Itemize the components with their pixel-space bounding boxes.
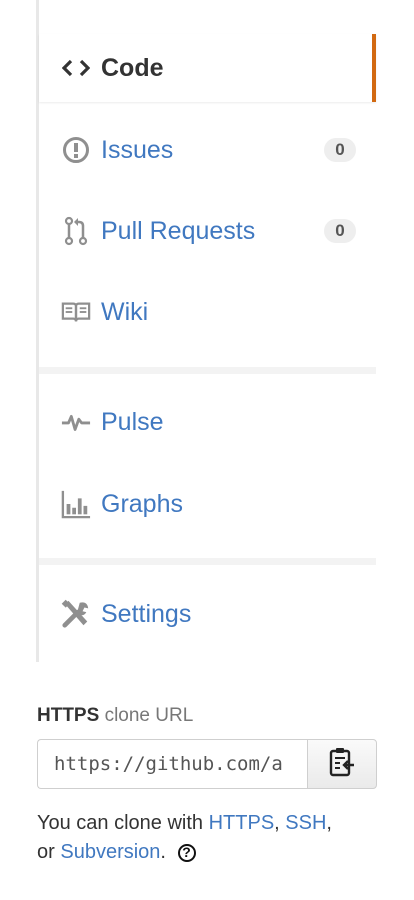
issue-opened-icon xyxy=(61,135,91,165)
git-pull-request-icon xyxy=(61,216,91,246)
book-icon xyxy=(61,297,91,327)
code-icon xyxy=(61,53,91,83)
help-question-icon[interactable]: ? xyxy=(177,843,196,862)
nav-item-code[interactable]: Code xyxy=(39,34,376,102)
nav-item-label: Code xyxy=(101,53,164,82)
clone-help-prefix: You can clone with xyxy=(37,812,204,834)
clone-protocol: HTTPS xyxy=(37,705,100,726)
nav-item-label: Pull Requests xyxy=(101,216,256,245)
nav-item-pulse[interactable]: Pulse xyxy=(39,388,376,456)
pull-requests-counter: 0 xyxy=(324,219,356,243)
pulse-icon xyxy=(61,407,91,437)
nav-separator xyxy=(39,367,376,374)
clone-ssh-link[interactable]: SSH xyxy=(285,812,326,834)
repo-nav: Code Issues 0 Pull Requests 0 Wiki Pulse… xyxy=(36,0,376,662)
clone-help-or: or xyxy=(37,841,55,863)
clipboard-icon xyxy=(329,747,355,782)
nav-separator xyxy=(39,558,376,565)
clone-url-input[interactable] xyxy=(37,739,307,789)
graph-icon xyxy=(61,489,91,519)
nav-item-label: Issues xyxy=(101,135,174,164)
tools-icon xyxy=(61,599,91,629)
clone-url-box: HTTPS clone URL You can clone with HTTPS… xyxy=(37,705,377,867)
nav-item-label: Wiki xyxy=(101,297,149,326)
nav-item-graphs[interactable]: Graphs xyxy=(39,470,376,538)
nav-item-label: Settings xyxy=(101,599,192,628)
clone-subversion-link[interactable]: Subversion xyxy=(60,841,160,863)
clone-title: HTTPS clone URL xyxy=(37,705,377,727)
nav-item-pull-requests[interactable]: Pull Requests 0 xyxy=(39,197,376,265)
nav-item-wiki[interactable]: Wiki xyxy=(39,278,376,346)
issues-counter: 0 xyxy=(324,138,356,162)
clone-help-text: You can clone with HTTPS, SSH, or Subver… xyxy=(37,812,332,863)
nav-item-label: Graphs xyxy=(101,489,183,518)
clone-title-suffix: clone URL xyxy=(104,705,194,726)
nav-item-label: Pulse xyxy=(101,407,164,436)
nav-item-settings[interactable]: Settings xyxy=(39,580,376,648)
nav-item-issues[interactable]: Issues 0 xyxy=(39,116,376,184)
clone-url-row xyxy=(37,739,377,789)
copy-to-clipboard-button[interactable] xyxy=(307,739,377,789)
clone-https-link[interactable]: HTTPS xyxy=(209,812,275,834)
clone-help-end: . xyxy=(160,841,166,863)
